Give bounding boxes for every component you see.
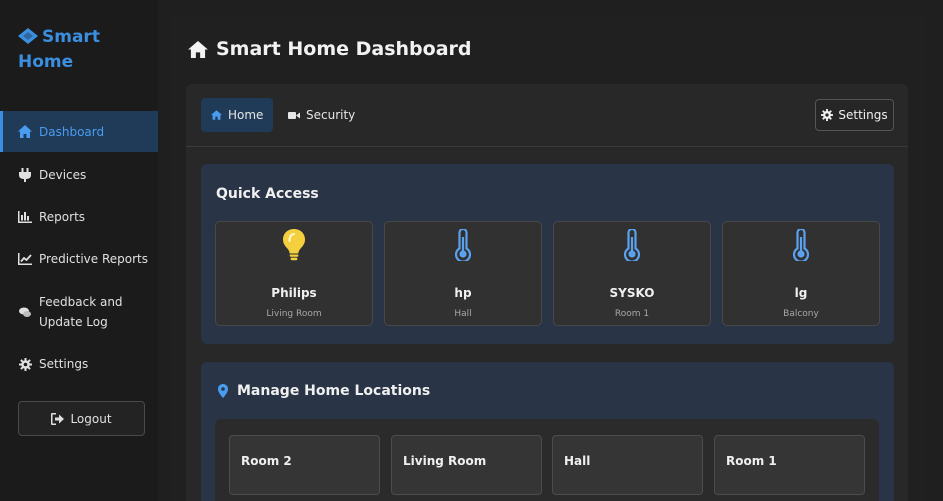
room-name: Room 2 [241,454,292,468]
thermometer-icon [723,228,879,262]
sidebar-item-devices[interactable]: Devices [0,164,158,186]
device-location: Hall [454,309,472,319]
room-name: Room 1 [726,454,777,468]
device-tile-hp[interactable]: hp Hall [384,221,542,326]
home-icon [188,40,208,58]
plug-icon [18,168,32,182]
page-title: Smart Home Dashboard [188,38,472,60]
settings-button[interactable]: Settings [815,99,894,131]
bar-chart-icon [18,210,32,224]
device-location: Living Room [266,309,322,319]
room-card-room-1[interactable]: Room 1 [714,435,865,495]
logout-button[interactable]: Logout [18,401,145,436]
room-name: Living Room [403,454,487,468]
device-location: Balcony [783,309,819,319]
sidebar-item-predictive-reports[interactable]: Predictive Reports [0,248,158,270]
sidebar-item-label: Feedback and Update Log [39,295,123,329]
tab-security[interactable]: Security [278,98,365,132]
device-name: SYSKO [609,286,655,300]
device-name: lg [794,286,808,300]
room-card-room-2[interactable]: Room 2 [229,435,380,495]
lightbulb-icon [216,228,372,262]
brand-logo[interactable]: Smart Home [18,26,148,74]
sidebar-item-label: Predictive Reports [39,252,148,266]
gear-icon [18,357,32,371]
device-tile-sysko[interactable]: SYSKO Room 1 [553,221,711,326]
device-tile-philips[interactable]: Philips Living Room [215,221,373,326]
thermometer-icon [385,228,541,262]
home-icon [211,110,222,120]
sidebar-item-label: Settings [39,357,89,371]
page-title-text: Smart Home Dashboard [216,38,472,60]
sidebar-item-dashboard[interactable]: Dashboard [0,111,158,152]
video-camera-icon [288,111,300,120]
sidebar-item-feedback[interactable]: Feedback and Update Log [0,292,158,332]
comments-icon [18,305,32,319]
sidebar-item-settings[interactable]: Settings [0,353,158,375]
room-card-hall[interactable]: Hall [552,435,703,495]
map-marker-icon [218,384,228,398]
gear-icon [821,109,834,121]
thermometer-icon [554,228,710,262]
room-name: Hall [564,454,591,468]
sidebar-item-label: Dashboard [39,124,105,139]
room-card-living-room[interactable]: Living Room [391,435,542,495]
tab-home[interactable]: Home [201,98,274,132]
device-name: hp [454,286,472,300]
logout-label: Logout [70,411,112,426]
sidebar-item-label: Devices [39,168,87,182]
sidebar: Smart Home Dashboard Devices Reports Pre… [0,0,158,501]
sign-out-icon [51,412,65,425]
device-name: Philips [271,286,317,300]
tab-label: Security [306,108,356,122]
settings-button-label: Settings [838,108,888,122]
line-chart-icon [18,252,32,266]
sidebar-item-reports[interactable]: Reports [0,206,158,228]
locations-title: Manage Home Locations [218,383,430,399]
sidebar-item-label: Reports [39,210,86,224]
tab-label: Home [228,108,264,122]
diamond-icon [18,28,38,51]
home-icon [18,125,32,139]
device-location: Room 1 [614,309,650,319]
quick-access-title: Quick Access [216,186,319,202]
device-tile-lg[interactable]: lg Balcony [722,221,880,326]
